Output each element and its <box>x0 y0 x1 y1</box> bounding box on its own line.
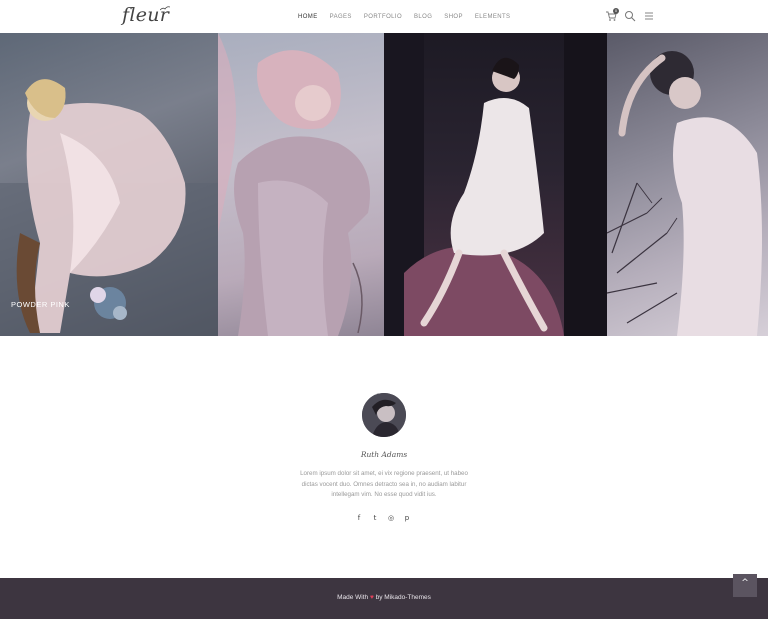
author-bio: Lorem ipsum dolor sit amet, ei vix regio… <box>300 470 468 498</box>
nav-item-home[interactable]: HOME <box>298 13 318 21</box>
site-footer: Made With ♥ by Mikado-Themes <box>0 578 768 619</box>
cart-count-badge: 0 <box>613 8 619 14</box>
footer-text-after[interactable]: by Mikado-Themes <box>376 594 431 601</box>
pinterest-icon[interactable]: p <box>403 514 411 522</box>
cart-icon[interactable]: 0 <box>605 8 619 21</box>
search-icon[interactable] <box>624 9 636 22</box>
portfolio-gallery: POWDER PINK <box>0 33 768 336</box>
gallery-item-1[interactable]: POWDER PINK <box>0 33 218 336</box>
facebook-icon[interactable]: f <box>355 514 363 522</box>
nav-item-blog[interactable]: BLOG <box>414 13 432 21</box>
main-nav: HOME PAGES PORTFOLIO BLOG SHOP ELEMENTS <box>298 13 522 21</box>
gallery-caption: POWDER PINK <box>11 300 70 309</box>
gallery-photo <box>384 33 607 336</box>
nav-item-portfolio[interactable]: PORTFOLIO <box>364 13 402 21</box>
bird-icon <box>160 6 170 11</box>
instagram-icon[interactable]: ◎ <box>387 514 395 522</box>
header-icons: 0 <box>605 8 655 22</box>
gallery-photo <box>0 79 218 336</box>
site-header: fleur HOME PAGES PORTFOLIO BLOG SHOP ELE… <box>0 0 768 33</box>
gallery-photo <box>218 33 370 336</box>
gallery-photo <box>607 51 762 336</box>
social-links: f t ◎ p <box>355 514 411 522</box>
author-name: Ruth Adams <box>360 450 408 459</box>
heart-icon: ♥ <box>369 594 374 601</box>
back-to-top-button[interactable]: ^ <box>733 574 757 597</box>
nav-item-elements[interactable]: ELEMENTS <box>475 13 511 21</box>
gallery-item-4[interactable] <box>607 33 768 336</box>
twitter-icon[interactable]: t <box>371 514 379 522</box>
nav-item-pages[interactable]: PAGES <box>330 13 352 21</box>
avatar <box>362 393 406 437</box>
nav-item-shop[interactable]: SHOP <box>444 13 463 21</box>
gallery-item-2[interactable] <box>218 33 384 336</box>
footer-text-before: Made With <box>337 594 369 601</box>
avatar-photo <box>362 393 406 437</box>
gallery-item-3[interactable] <box>384 33 607 336</box>
menu-icon[interactable] <box>643 9 655 21</box>
footer-credit: Made With ♥ by Mikado-Themes <box>0 594 768 601</box>
chevron-up-icon: ^ <box>741 578 749 588</box>
